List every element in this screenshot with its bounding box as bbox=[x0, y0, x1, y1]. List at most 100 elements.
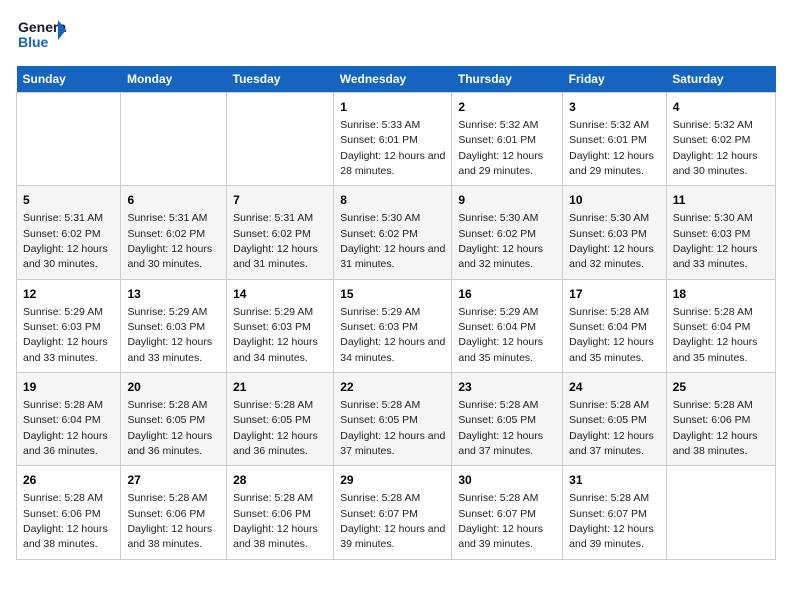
cell-info: Sunrise: 5:29 AMSunset: 6:04 PMDaylight:… bbox=[458, 306, 543, 364]
calendar-cell: 10 Sunrise: 5:30 AMSunset: 6:03 PMDayligh… bbox=[563, 186, 667, 279]
calendar-cell: 3 Sunrise: 5:32 AMSunset: 6:01 PMDaylight… bbox=[563, 93, 667, 186]
day-number: 16 bbox=[458, 286, 556, 303]
column-header-wednesday: Wednesday bbox=[334, 66, 452, 93]
cell-info: Sunrise: 5:28 AMSunset: 6:05 PMDaylight:… bbox=[340, 399, 445, 457]
week-row-1: 1 Sunrise: 5:33 AMSunset: 6:01 PMDaylight… bbox=[17, 93, 776, 186]
column-header-monday: Monday bbox=[121, 66, 227, 93]
page-header: General Blue bbox=[16, 16, 776, 58]
day-number: 6 bbox=[127, 192, 220, 209]
svg-text:Blue: Blue bbox=[18, 34, 49, 50]
cell-info: Sunrise: 5:29 AMSunset: 6:03 PMDaylight:… bbox=[340, 306, 445, 364]
calendar-cell: 20 Sunrise: 5:28 AMSunset: 6:05 PMDayligh… bbox=[121, 373, 227, 466]
cell-info: Sunrise: 5:29 AMSunset: 6:03 PMDaylight:… bbox=[127, 306, 212, 364]
calendar-cell: 31 Sunrise: 5:28 AMSunset: 6:07 PMDayligh… bbox=[563, 466, 667, 559]
cell-info: Sunrise: 5:30 AMSunset: 6:02 PMDaylight:… bbox=[458, 212, 543, 270]
calendar-cell: 29 Sunrise: 5:28 AMSunset: 6:07 PMDayligh… bbox=[334, 466, 452, 559]
calendar-cell: 1 Sunrise: 5:33 AMSunset: 6:01 PMDaylight… bbox=[334, 93, 452, 186]
day-number: 3 bbox=[569, 99, 660, 116]
day-number: 8 bbox=[340, 192, 445, 209]
calendar-cell: 11 Sunrise: 5:30 AMSunset: 6:03 PMDayligh… bbox=[666, 186, 775, 279]
cell-info: Sunrise: 5:31 AMSunset: 6:02 PMDaylight:… bbox=[233, 212, 318, 270]
calendar-cell bbox=[666, 466, 775, 559]
week-row-5: 26 Sunrise: 5:28 AMSunset: 6:06 PMDayligh… bbox=[17, 466, 776, 559]
cell-info: Sunrise: 5:28 AMSunset: 6:04 PMDaylight:… bbox=[673, 306, 758, 364]
calendar-cell: 22 Sunrise: 5:28 AMSunset: 6:05 PMDayligh… bbox=[334, 373, 452, 466]
cell-info: Sunrise: 5:28 AMSunset: 6:04 PMDaylight:… bbox=[23, 399, 108, 457]
day-number: 23 bbox=[458, 379, 556, 396]
day-number: 13 bbox=[127, 286, 220, 303]
calendar-cell bbox=[17, 93, 121, 186]
day-number: 28 bbox=[233, 472, 327, 489]
day-number: 9 bbox=[458, 192, 556, 209]
day-number: 10 bbox=[569, 192, 660, 209]
calendar-cell: 5 Sunrise: 5:31 AMSunset: 6:02 PMDaylight… bbox=[17, 186, 121, 279]
cell-info: Sunrise: 5:31 AMSunset: 6:02 PMDaylight:… bbox=[127, 212, 212, 270]
calendar-cell: 27 Sunrise: 5:28 AMSunset: 6:06 PMDayligh… bbox=[121, 466, 227, 559]
day-number: 18 bbox=[673, 286, 769, 303]
day-number: 19 bbox=[23, 379, 114, 396]
week-row-4: 19 Sunrise: 5:28 AMSunset: 6:04 PMDayligh… bbox=[17, 373, 776, 466]
calendar-cell: 15Sunrise: 5:29 AMSunset: 6:03 PMDayligh… bbox=[334, 279, 452, 372]
day-number: 7 bbox=[233, 192, 327, 209]
cell-info: Sunrise: 5:28 AMSunset: 6:06 PMDaylight:… bbox=[233, 492, 318, 550]
calendar-cell: 13 Sunrise: 5:29 AMSunset: 6:03 PMDayligh… bbox=[121, 279, 227, 372]
cell-info: Sunrise: 5:32 AMSunset: 6:01 PMDaylight:… bbox=[458, 119, 543, 177]
cell-info: Sunrise: 5:28 AMSunset: 6:07 PMDaylight:… bbox=[340, 492, 445, 550]
cell-info: Sunrise: 5:30 AMSunset: 6:02 PMDaylight:… bbox=[340, 212, 445, 270]
day-number: 26 bbox=[23, 472, 114, 489]
day-number: 1 bbox=[340, 99, 445, 116]
calendar-cell: 30 Sunrise: 5:28 AMSunset: 6:07 PMDayligh… bbox=[452, 466, 563, 559]
cell-info: Sunrise: 5:28 AMSunset: 6:05 PMDaylight:… bbox=[233, 399, 318, 457]
cell-info: Sunrise: 5:28 AMSunset: 6:04 PMDaylight:… bbox=[569, 306, 654, 364]
cell-info: Sunrise: 5:32 AMSunset: 6:02 PMDaylight:… bbox=[673, 119, 758, 177]
cell-info: Sunrise: 5:32 AMSunset: 6:01 PMDaylight:… bbox=[569, 119, 654, 177]
calendar-cell: 6 Sunrise: 5:31 AMSunset: 6:02 PMDaylight… bbox=[121, 186, 227, 279]
calendar-cell: 12 Sunrise: 5:29 AMSunset: 6:03 PMDayligh… bbox=[17, 279, 121, 372]
cell-info: Sunrise: 5:28 AMSunset: 6:07 PMDaylight:… bbox=[458, 492, 543, 550]
day-number: 30 bbox=[458, 472, 556, 489]
calendar-cell: 14 Sunrise: 5:29 AMSunset: 6:03 PMDayligh… bbox=[227, 279, 334, 372]
calendar-cell: 26 Sunrise: 5:28 AMSunset: 6:06 PMDayligh… bbox=[17, 466, 121, 559]
calendar-cell bbox=[227, 93, 334, 186]
day-number: 29 bbox=[340, 472, 445, 489]
day-number: 12 bbox=[23, 286, 114, 303]
cell-info: Sunrise: 5:30 AMSunset: 6:03 PMDaylight:… bbox=[569, 212, 654, 270]
header-row: SundayMondayTuesdayWednesdayThursdayFrid… bbox=[17, 66, 776, 93]
day-number: 22 bbox=[340, 379, 445, 396]
cell-info: Sunrise: 5:28 AMSunset: 6:06 PMDaylight:… bbox=[673, 399, 758, 457]
day-number: 31 bbox=[569, 472, 660, 489]
calendar-cell: 19 Sunrise: 5:28 AMSunset: 6:04 PMDayligh… bbox=[17, 373, 121, 466]
cell-info: Sunrise: 5:29 AMSunset: 6:03 PMDaylight:… bbox=[23, 306, 108, 364]
cell-info: Sunrise: 5:30 AMSunset: 6:03 PMDaylight:… bbox=[673, 212, 758, 270]
calendar-cell: 7 Sunrise: 5:31 AMSunset: 6:02 PMDaylight… bbox=[227, 186, 334, 279]
cell-info: Sunrise: 5:29 AMSunset: 6:03 PMDaylight:… bbox=[233, 306, 318, 364]
calendar-cell: 4Sunrise: 5:32 AMSunset: 6:02 PMDaylight… bbox=[666, 93, 775, 186]
column-header-saturday: Saturday bbox=[666, 66, 775, 93]
cell-info: Sunrise: 5:28 AMSunset: 6:05 PMDaylight:… bbox=[127, 399, 212, 457]
column-header-thursday: Thursday bbox=[452, 66, 563, 93]
cell-info: Sunrise: 5:28 AMSunset: 6:05 PMDaylight:… bbox=[458, 399, 543, 457]
calendar-cell: 24Sunrise: 5:28 AMSunset: 6:05 PMDayligh… bbox=[563, 373, 667, 466]
cell-info: Sunrise: 5:28 AMSunset: 6:06 PMDaylight:… bbox=[23, 492, 108, 550]
calendar-cell: 25Sunrise: 5:28 AMSunset: 6:06 PMDayligh… bbox=[666, 373, 775, 466]
day-number: 11 bbox=[673, 192, 769, 209]
cell-info: Sunrise: 5:28 AMSunset: 6:07 PMDaylight:… bbox=[569, 492, 654, 550]
calendar-cell: 18 Sunrise: 5:28 AMSunset: 6:04 PMDayligh… bbox=[666, 279, 775, 372]
cell-info: Sunrise: 5:31 AMSunset: 6:02 PMDaylight:… bbox=[23, 212, 108, 270]
calendar-cell: 2Sunrise: 5:32 AMSunset: 6:01 PMDaylight… bbox=[452, 93, 563, 186]
calendar-cell: 28 Sunrise: 5:28 AMSunset: 6:06 PMDayligh… bbox=[227, 466, 334, 559]
column-header-friday: Friday bbox=[563, 66, 667, 93]
cell-info: Sunrise: 5:28 AMSunset: 6:06 PMDaylight:… bbox=[127, 492, 212, 550]
logo-svg: General Blue bbox=[16, 16, 66, 58]
day-number: 20 bbox=[127, 379, 220, 396]
day-number: 27 bbox=[127, 472, 220, 489]
calendar-table: SundayMondayTuesdayWednesdayThursdayFrid… bbox=[16, 66, 776, 560]
day-number: 24 bbox=[569, 379, 660, 396]
column-header-tuesday: Tuesday bbox=[227, 66, 334, 93]
calendar-cell: 9 Sunrise: 5:30 AMSunset: 6:02 PMDaylight… bbox=[452, 186, 563, 279]
day-number: 17 bbox=[569, 286, 660, 303]
cell-info: Sunrise: 5:33 AMSunset: 6:01 PMDaylight:… bbox=[340, 119, 445, 177]
day-number: 5 bbox=[23, 192, 114, 209]
day-number: 14 bbox=[233, 286, 327, 303]
column-header-sunday: Sunday bbox=[17, 66, 121, 93]
